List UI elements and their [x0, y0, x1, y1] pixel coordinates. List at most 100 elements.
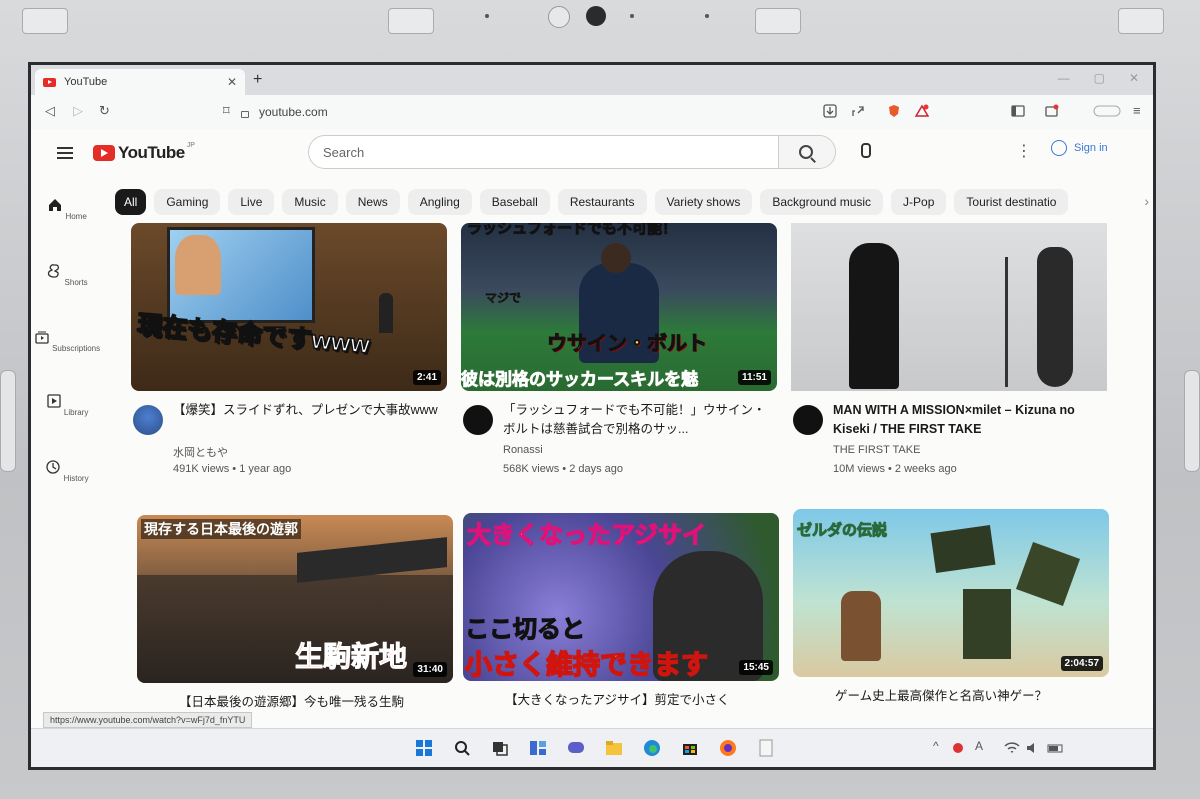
- back-icon[interactable]: ◁: [45, 103, 55, 119]
- video-duration: 31:40: [413, 662, 447, 677]
- shorts-icon: [48, 264, 60, 278]
- video-title[interactable]: ゲーム史上最高傑作と名高い神ゲー？: [835, 687, 1109, 706]
- wifi-icon[interactable]: [1003, 739, 1021, 757]
- guide-item-subscriptions[interactable]: Subscriptions: [31, 329, 103, 353]
- guide-item-shorts[interactable]: Shorts: [31, 263, 103, 287]
- channel-avatar[interactable]: [463, 405, 493, 435]
- firefox-icon[interactable]: [719, 739, 737, 757]
- windows-start-icon[interactable]: [415, 739, 433, 757]
- chip-variety-shows[interactable]: Variety shows: [654, 189, 753, 215]
- tab-close-icon[interactable]: ✕: [227, 75, 237, 89]
- chip-scroll-right-icon[interactable]: ›: [1144, 193, 1149, 209]
- vpn-badge-icon[interactable]: [1093, 104, 1121, 118]
- channel-name[interactable]: THE FIRST TAKE: [833, 444, 920, 456]
- chip-baseball[interactable]: Baseball: [479, 189, 550, 215]
- input-indicator-icon[interactable]: A: [975, 739, 993, 757]
- thumbnail-caption: 生駒新地: [294, 641, 408, 673]
- video-card[interactable]: ゼルダの伝説 2:04:57 ゲーム史上最高傑作と名高い神ゲー？: [793, 509, 1109, 757]
- brave-rewards-icon[interactable]: [915, 104, 929, 118]
- tray-chevron-icon[interactable]: ^: [933, 739, 951, 757]
- video-title[interactable]: 「ラッシュフォードでも不可能！」ウサイン・ボルトは慈善試合で別格のサッ...: [503, 401, 777, 439]
- chip-live[interactable]: Live: [228, 189, 275, 215]
- share-icon[interactable]: [851, 104, 865, 118]
- reload-icon[interactable]: ↻: [99, 103, 110, 119]
- home-icon: [49, 199, 62, 211]
- guide-item-history[interactable]: History: [31, 459, 103, 483]
- new-tab-button[interactable]: +: [253, 71, 262, 89]
- sidebar-toggle-icon[interactable]: [1011, 104, 1025, 118]
- bezel-dot: [630, 14, 634, 18]
- search-box[interactable]: Search: [308, 135, 836, 169]
- video-card[interactable]: 現在も存命ですwww 2:41 【爆笑】スライドずれ、プレゼンで大事故www 水…: [131, 223, 447, 475]
- video-views: 10M views • 2 weeks ago: [833, 463, 957, 475]
- channel-avatar[interactable]: [793, 405, 823, 435]
- window-close-icon[interactable]: ✕: [1129, 71, 1139, 85]
- search-input[interactable]: Search: [309, 145, 778, 160]
- youtube-play-logo-icon: [93, 145, 115, 161]
- video-thumbnail[interactable]: 大きくなったアジサイ ここ切ると 小さく維持できます 15:45: [463, 513, 779, 681]
- channel-avatar[interactable]: [133, 405, 163, 435]
- widgets-icon[interactable]: [529, 739, 547, 757]
- battery-icon[interactable]: [1047, 739, 1065, 757]
- settings-kebab-icon[interactable]: ⋮: [1016, 141, 1032, 161]
- channel-name[interactable]: 水岡ともや: [173, 444, 228, 460]
- chip-all[interactable]: All: [115, 189, 147, 215]
- chip-news[interactable]: News: [345, 189, 400, 215]
- window-controls: — ▢ ✕: [1058, 71, 1139, 85]
- video-title[interactable]: 【大きくなったアジサイ】剪定で小さく: [505, 691, 779, 710]
- bezel-dot: [705, 14, 709, 18]
- voice-search-mic-icon[interactable]: [861, 143, 871, 158]
- browser-menu-icon[interactable]: ≡: [1133, 103, 1141, 118]
- video-title[interactable]: 【日本最後の遊源郷】今も唯一残る生駒: [179, 693, 453, 712]
- wallet-icon[interactable]: [1045, 104, 1059, 118]
- video-thumbnail[interactable]: [791, 223, 1107, 391]
- video-title[interactable]: MAN WITH A MISSION×milet – Kizuna no Kis…: [833, 401, 1107, 439]
- minimize-icon[interactable]: —: [1058, 71, 1070, 85]
- video-meta: 【爆笑】スライドずれ、プレゼンで大事故www 水岡ともや 491K views …: [131, 391, 447, 475]
- file-explorer-icon[interactable]: [605, 739, 623, 757]
- chip-tourist-destinations[interactable]: Tourist destinatio: [954, 189, 1069, 215]
- sign-in-button[interactable]: Sign in: [1051, 140, 1108, 156]
- tray-app-icon[interactable]: [953, 743, 963, 753]
- thumbnail-caption: 彼は別格のサッカースキルを魅: [461, 370, 699, 390]
- volume-icon[interactable]: [1025, 739, 1043, 757]
- microsoft-store-icon[interactable]: [681, 739, 699, 757]
- bezel-hinge: [388, 8, 434, 34]
- taskbar-search-icon[interactable]: [453, 739, 471, 757]
- chip-music[interactable]: Music: [282, 189, 338, 215]
- chip-gaming[interactable]: Gaming: [154, 189, 221, 215]
- guide-menu-icon[interactable]: [57, 147, 73, 159]
- bookmark-icon[interactable]: ⌑: [223, 103, 230, 119]
- notepad-icon[interactable]: [757, 739, 775, 757]
- guide-item-home[interactable]: Home: [31, 197, 103, 221]
- video-thumbnail[interactable]: ゼルダの伝説 2:04:57: [793, 509, 1109, 677]
- video-thumbnail[interactable]: ラッシュフォードでも不可能！ マジで ウサイン・ボルト 彼は別格のサッカースキル…: [461, 223, 777, 391]
- teams-chat-icon[interactable]: [567, 739, 585, 757]
- thumbnail-caption-mid: ここ切ると: [464, 615, 585, 643]
- chip-restaurants[interactable]: Restaurants: [557, 189, 647, 215]
- video-title[interactable]: 【爆笑】スライドずれ、プレゼンで大事故www: [173, 401, 447, 420]
- thumbnail-caption-top: 大きくなったアジサイ: [466, 521, 707, 549]
- video-card[interactable]: 大きくなったアジサイ ここ切ると 小さく維持できます 15:45 【大きくなった…: [463, 513, 779, 761]
- browser-tab-youtube[interactable]: YouTube ✕: [35, 69, 245, 95]
- guide-item-library[interactable]: Library: [31, 393, 103, 417]
- forward-icon[interactable]: ▷: [73, 103, 83, 119]
- maximize-icon[interactable]: ▢: [1094, 71, 1105, 85]
- address-bar[interactable]: youtube.com: [241, 101, 781, 123]
- video-card[interactable]: ラッシュフォードでも不可能！ マジで ウサイン・ボルト 彼は別格のサッカースキル…: [461, 223, 777, 475]
- thumbnail-caption-top: 現存する日本最後の遊郭: [141, 519, 301, 539]
- install-icon[interactable]: [823, 104, 837, 118]
- video-thumbnail[interactable]: 現在も存命ですwww 2:41: [131, 223, 447, 391]
- search-button[interactable]: [778, 136, 835, 168]
- channel-name[interactable]: Ronassi: [503, 444, 543, 456]
- chip-j-pop[interactable]: J-Pop: [891, 189, 947, 215]
- edge-browser-icon[interactable]: [643, 739, 661, 757]
- video-card[interactable]: MAN WITH A MISSION×milet – Kizuna no Kis…: [791, 223, 1107, 475]
- brave-shield-icon[interactable]: [887, 104, 901, 118]
- task-view-icon[interactable]: [491, 739, 509, 757]
- youtube-logo[interactable]: YouTube JP: [93, 142, 195, 163]
- chip-background-music[interactable]: Background music: [760, 189, 884, 215]
- chip-angling[interactable]: Angling: [407, 189, 472, 215]
- video-thumbnail[interactable]: 現存する日本最後の遊郭 生駒新地 31:40: [137, 515, 453, 683]
- bezel-hinge-right: [1118, 8, 1164, 34]
